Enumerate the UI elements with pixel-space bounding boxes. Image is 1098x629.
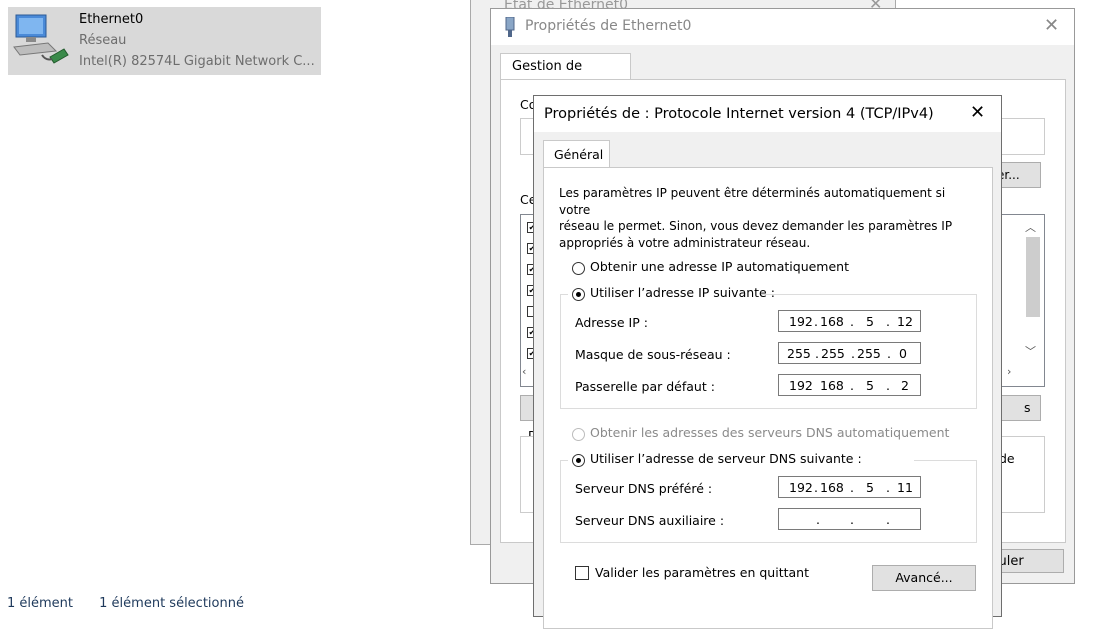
ip-dot: . [886,314,890,329]
ip-octet: 192 [789,480,813,495]
ip-octet: 255 [857,346,881,361]
network-adapter-item[interactable]: Ethernet0 Réseau Intel(R) 82574L Gigabit… [8,7,321,75]
ip-octet: 192 [789,378,813,393]
dns-auto-label: Obtenir les adresses des serveurs DNS au… [590,425,950,440]
dns-manual-label: Utiliser l’adresse de serveur DNS suivan… [590,451,862,466]
ip-dot: . [887,346,891,361]
scroll-up-icon[interactable]: ︿ [1025,219,1036,235]
intro-text: Les paramètres IP peuvent être déterminé… [559,186,953,250]
ip-octet: 168 [820,314,844,329]
ip-dot: . [886,512,890,527]
tab-general[interactable]: Général [543,140,610,168]
ip-manual-label: Utiliser l’adresse IP suivante : [590,285,775,300]
ip-octet: 5 [866,378,874,393]
ipv4-properties-dialog: Propriétés de : Protocole Internet versi… [533,95,1002,629]
gateway-field[interactable]: 192 168 5 2 . . [778,374,921,396]
ip-octet: 5 [866,480,874,495]
gateway-label: Passerelle par défaut : [575,379,715,394]
ip-auto-radio[interactable] [572,262,585,275]
adapter-device: Intel(R) 82574L Gigabit Network C... [79,54,315,69]
ip-dot: . [814,314,818,329]
ip-address-label: Adresse IP : [575,315,648,330]
ip-dot: . [815,346,819,361]
ip-address-field[interactable]: 192 168 5 12 . . . [778,310,921,332]
ip-octet: 255 [787,346,811,361]
network-icon [505,17,515,37]
ip-octet: 0 [899,346,907,361]
ip-dot: . [850,378,854,393]
ip-manual-radio[interactable] [572,288,585,301]
validate-checkbox[interactable] [575,566,589,580]
subnet-label: Masque de sous-réseau : [575,347,731,362]
scroll-right-icon[interactable]: › [1007,365,1011,378]
ip-auto-label: Obtenir une adresse IP automatiquement [590,259,849,274]
scrollbar-thumb[interactable] [1026,237,1040,317]
ip-dot: . [851,346,855,361]
close-icon[interactable]: ✕ [970,102,985,123]
subnet-field[interactable]: 255 255 255 0 . . . [778,342,921,364]
ip-octet: 12 [897,314,913,329]
ip-dot: . [816,512,820,527]
dns-manual-group [560,460,977,543]
dns-alternate-label: Serveur DNS auxiliaire : [575,513,725,528]
dns-alternate-field[interactable]: . . . [778,508,921,530]
dns-auto-radio[interactable] [572,428,585,441]
dns-preferred-label: Serveur DNS préféré : [575,481,713,496]
ip-dot: . [886,378,890,393]
tab-networking[interactable]: Gestion de réseau [500,53,631,100]
advanced-button[interactable]: Avancé... [872,565,976,591]
ip-dot: . [886,480,890,495]
ip-octet: 2 [901,378,909,393]
ip-dot: . [850,480,854,495]
dialog-title: Propriétés de : Protocole Internet versi… [544,106,934,122]
ip-dot: . [850,512,854,527]
window-title: Propriétés de Ethernet0 [525,18,692,34]
dns-preferred-field[interactable]: 192 168 5 11 . . . [778,476,921,498]
close-icon[interactable]: ✕ [1044,15,1059,36]
ip-octet: 168 [820,480,844,495]
ip-octet: 192 [789,314,813,329]
ip-octet: 255 [821,346,845,361]
scroll-down-icon[interactable]: ﹀ [1025,343,1036,359]
adapter-type: Réseau [79,33,127,48]
dns-manual-radio[interactable] [572,454,585,467]
properties-label: s [1024,400,1031,415]
ip-octet: 5 [866,314,874,329]
ip-octet: 11 [897,480,913,495]
ip-dot: . [814,480,818,495]
adapter-name: Ethernet0 [79,12,144,27]
network-adapter-icon [13,14,69,64]
scroll-left-icon[interactable]: ‹ [522,365,526,378]
ip-dot: . [850,314,854,329]
validate-label: Valider les paramètres en quittant [595,565,809,580]
ip-octet: 168 [820,378,844,393]
